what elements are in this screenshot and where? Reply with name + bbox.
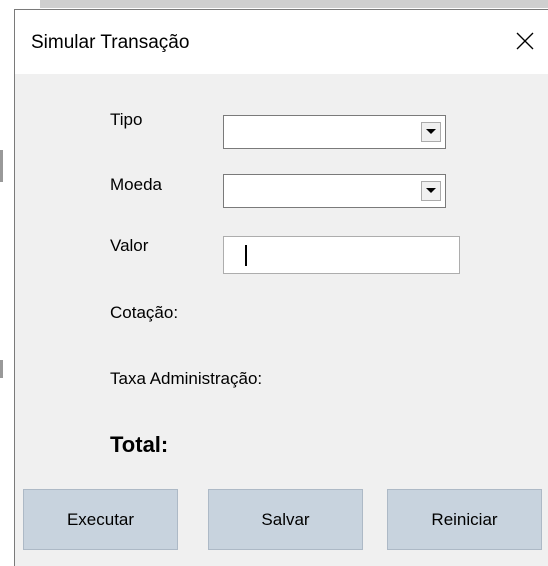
close-button[interactable] [502,20,548,64]
background-window-edge [0,0,548,9]
moeda-dropdown-button[interactable] [421,181,441,201]
text-caret [245,245,247,266]
background-mark [0,360,3,378]
cotacao-label: Cotação: [110,303,179,322]
tipo-select[interactable] [223,115,446,149]
salvar-button[interactable]: Salvar [208,489,363,550]
tipo-label: Tipo [110,110,143,129]
chevron-down-icon [426,129,436,134]
dialog-title: Simular Transação [31,32,190,53]
total-label: Total: [110,432,169,457]
tipo-dropdown-button[interactable] [421,122,441,142]
moeda-label: Moeda [110,175,162,194]
valor-input[interactable] [223,236,460,274]
valor-label: Valor [110,236,149,255]
background-window-left [0,0,14,566]
moeda-select[interactable] [223,174,446,208]
window-shadow [40,0,548,8]
taxa-administracao-label: Taxa Administração: [110,369,263,388]
executar-button[interactable]: Executar [23,489,178,550]
reiniciar-button[interactable]: Reiniciar [387,489,542,550]
simular-transacao-dialog: Simular Transação Tipo Moeda Valor Cotaç… [14,9,548,566]
background-mark [0,150,3,182]
chevron-down-icon [426,188,436,193]
close-icon [516,32,534,50]
title-bar: Simular Transação [15,10,548,74]
